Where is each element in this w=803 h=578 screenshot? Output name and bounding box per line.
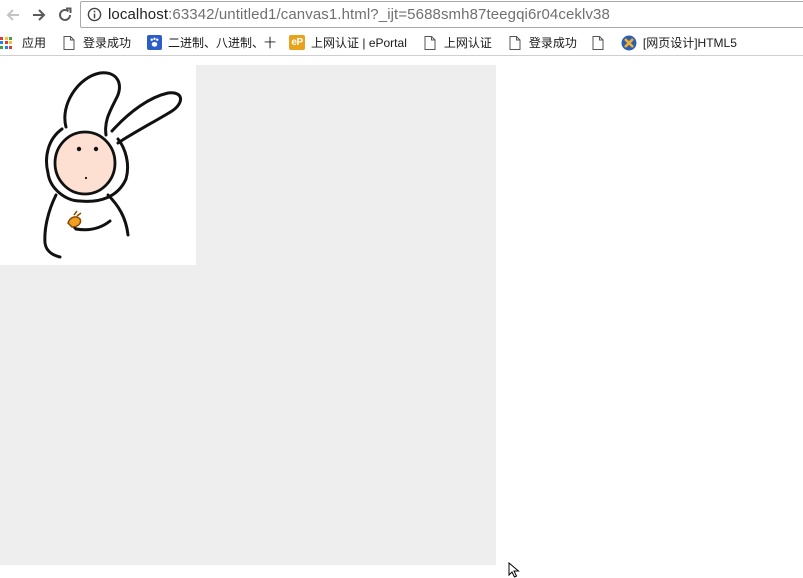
bookmark-eportal[interactable]: eP 上网认证 | ePortal bbox=[286, 32, 411, 54]
browser-toolbar: localhost:63342/untitled1/canvas1.html?_… bbox=[0, 0, 803, 30]
bookmarks-bar: 应用 登录成功 二进制、八进制、十 eP 上网认证 | ePortal 上网认证 bbox=[0, 30, 803, 56]
bookmark-label: 应用 bbox=[22, 36, 47, 50]
url-text[interactable]: localhost:63342/untitled1/canvas1.html?_… bbox=[108, 6, 610, 23]
bookmark-network-auth[interactable]: 上网认证 bbox=[419, 32, 496, 54]
bookmark-number-systems[interactable]: 二进制、八进制、十 bbox=[143, 32, 280, 54]
info-icon[interactable] bbox=[87, 7, 102, 22]
arrow-left-icon bbox=[6, 9, 19, 21]
forward-button[interactable] bbox=[26, 1, 52, 29]
bunny-image bbox=[0, 65, 196, 265]
url-host: localhost bbox=[108, 6, 169, 23]
bookmark-label: 上网认证 bbox=[443, 36, 492, 50]
bookmark-page-blank[interactable] bbox=[587, 32, 616, 54]
canvas[interactable] bbox=[0, 65, 496, 565]
page-icon bbox=[507, 35, 523, 51]
bookmark-login-success-2[interactable]: 登录成功 bbox=[504, 32, 581, 54]
reload-icon bbox=[59, 7, 72, 21]
bookmark-label: [网页设计]HTML5 bbox=[642, 36, 737, 50]
mouse-cursor bbox=[508, 562, 520, 578]
arrow-right-icon bbox=[33, 9, 46, 21]
html5-badge-icon bbox=[621, 35, 637, 51]
eportal-icon: eP bbox=[289, 35, 306, 51]
bookmark-label: 二进制、八进制、十 bbox=[168, 36, 277, 50]
reload-button[interactable] bbox=[52, 1, 78, 29]
bookmark-label: 登录成功 bbox=[83, 36, 132, 50]
apps-grid-icon bbox=[0, 35, 16, 51]
address-bar[interactable]: localhost:63342/untitled1/canvas1.html?_… bbox=[80, 1, 803, 28]
bookmark-label: 登录成功 bbox=[528, 36, 577, 50]
bookmark-login-success-1[interactable]: 登录成功 bbox=[58, 32, 135, 54]
page-icon bbox=[422, 35, 438, 51]
bookmark-apps[interactable]: 应用 bbox=[0, 32, 50, 54]
page-icon bbox=[61, 35, 77, 51]
bookmark-html5-design[interactable]: [网页设计]HTML5 bbox=[618, 32, 741, 54]
back-button[interactable] bbox=[0, 1, 26, 29]
bookmark-label: 上网认证 | ePortal bbox=[311, 36, 407, 50]
bunny-drawing bbox=[43, 71, 182, 259]
baidu-paw-icon bbox=[146, 35, 162, 51]
url-path: :63342/untitled1/canvas1.html?_ijt=5688s… bbox=[168, 6, 610, 23]
page-icon bbox=[590, 35, 606, 51]
